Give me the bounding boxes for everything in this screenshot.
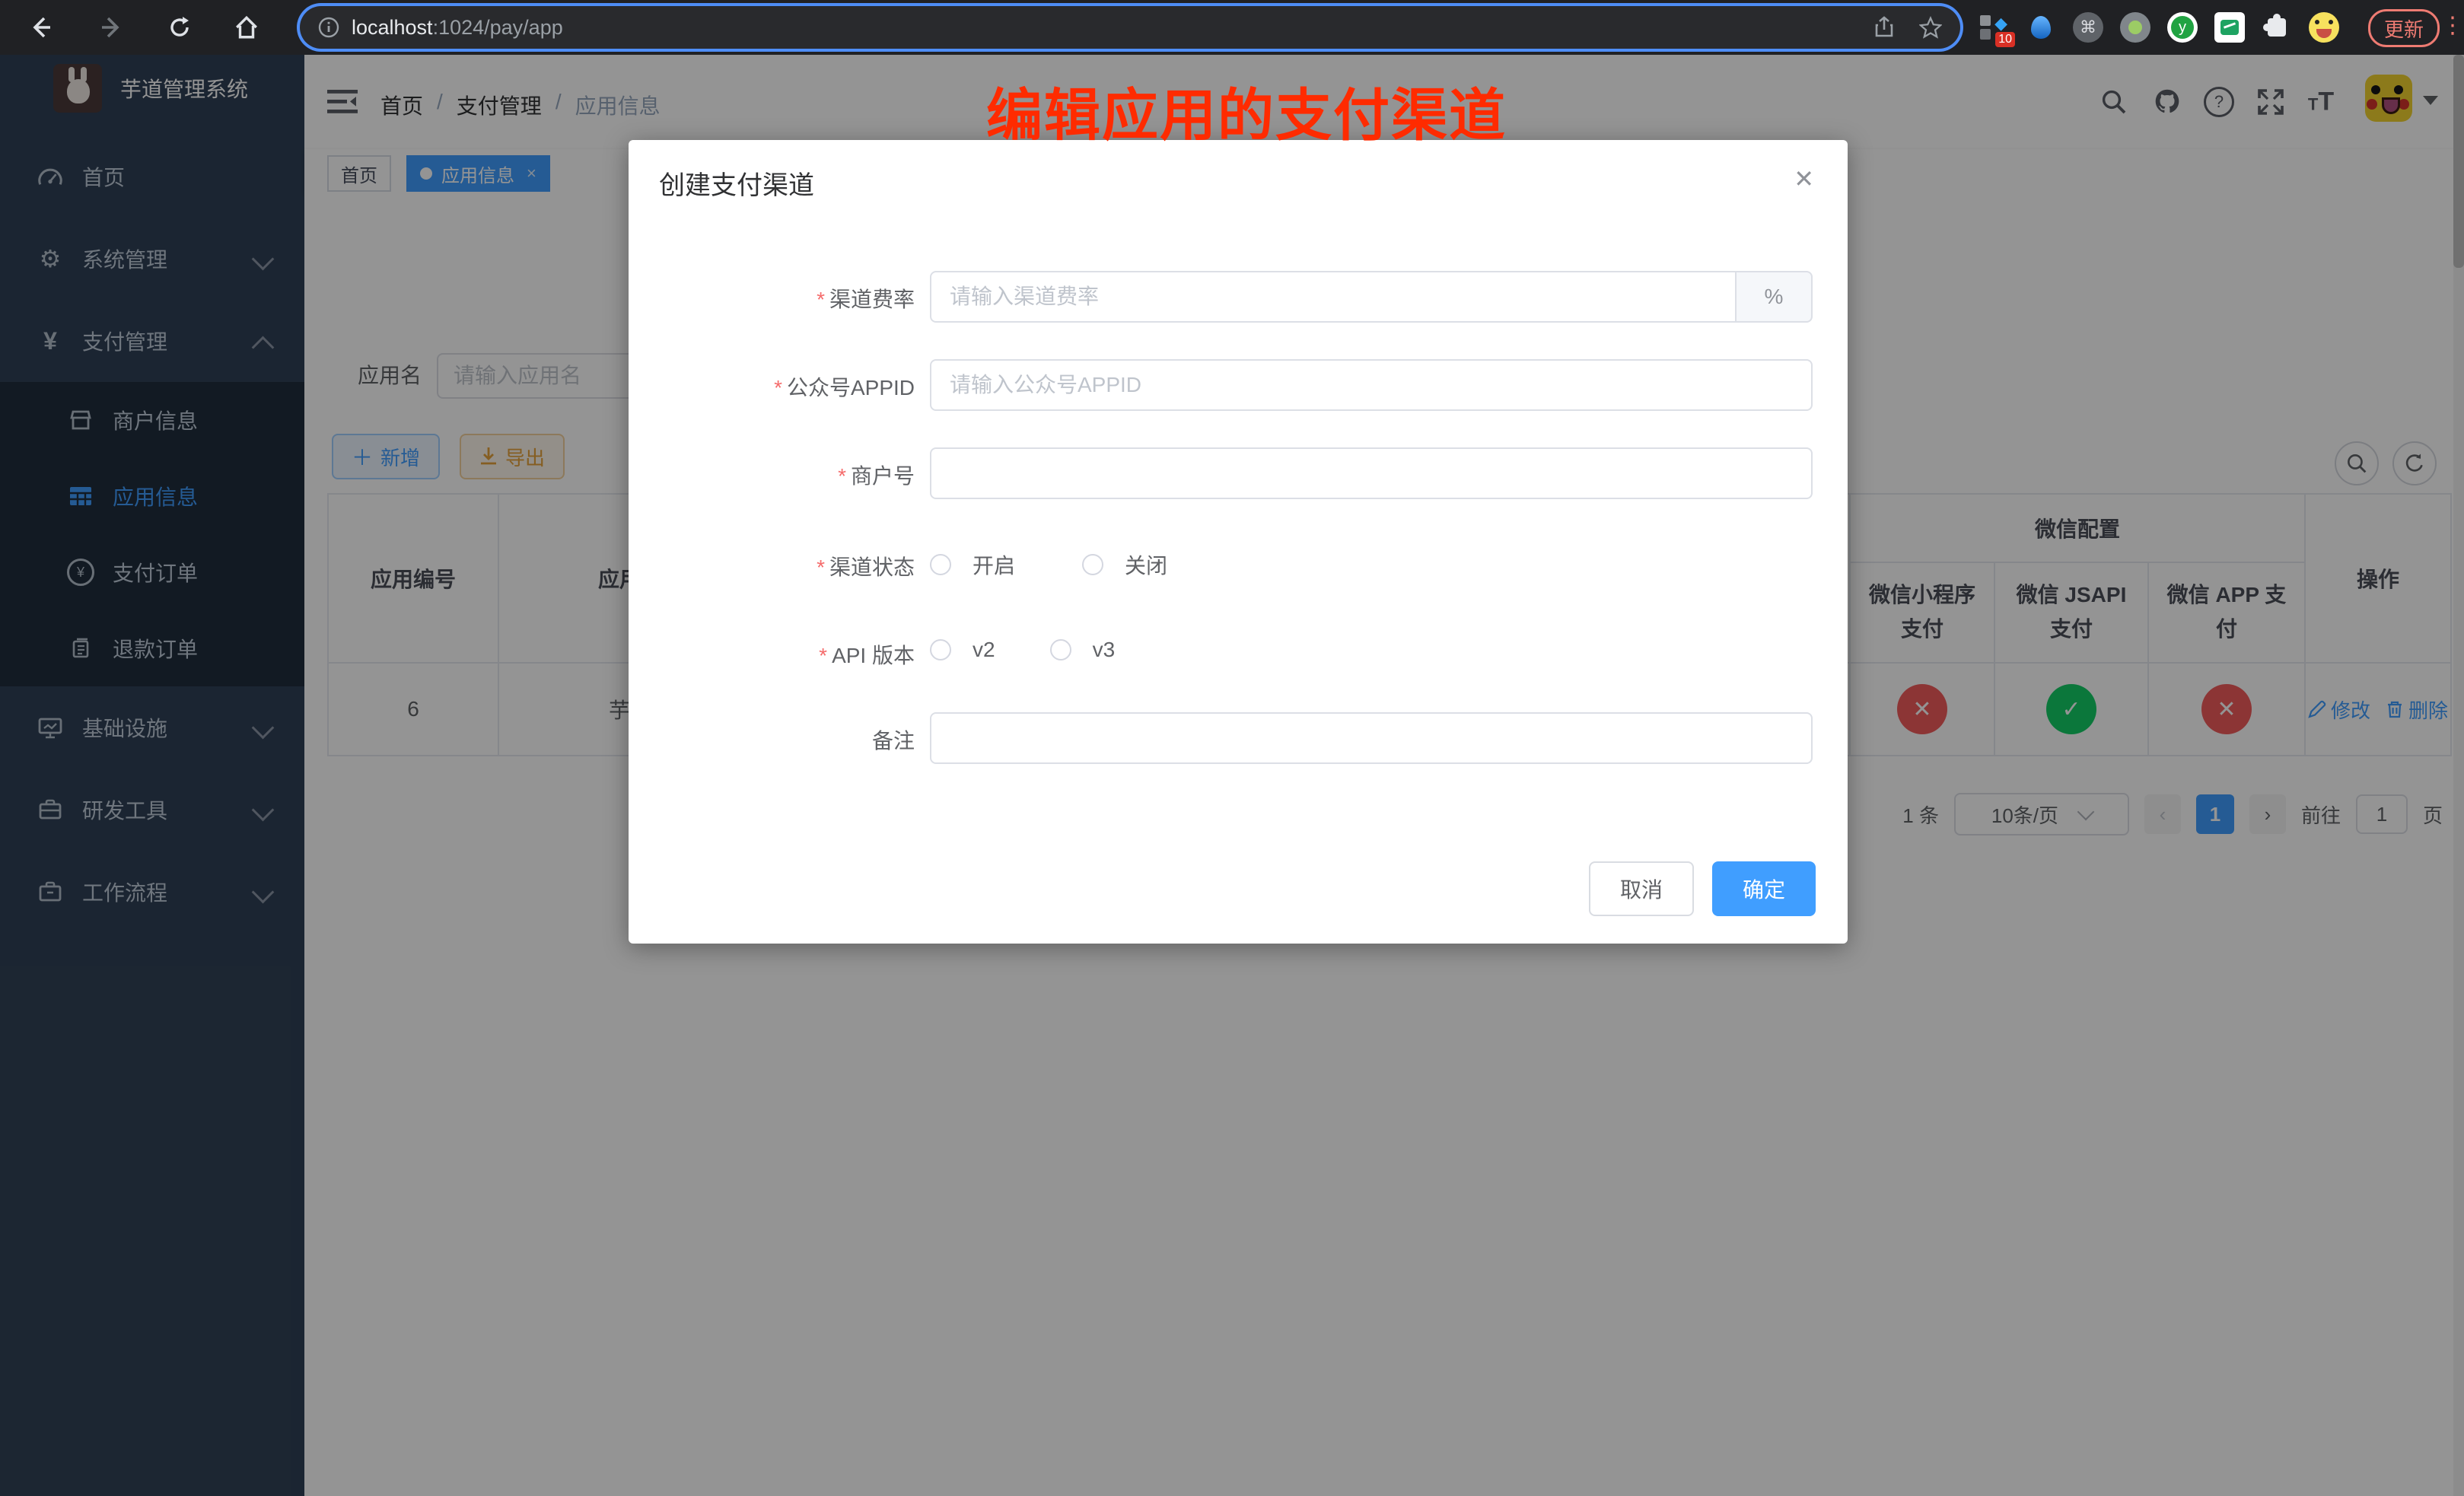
extension-y-icon[interactable]: y [2167,12,2198,43]
dialog-title: 创建支付渠道 [659,164,814,202]
screen: localhost:1024/pay/app ◆ 10 ⌘ [0,0,2464,1496]
extension-dot-icon[interactable] [2120,12,2150,43]
fee-rate-input[interactable] [930,271,1737,323]
site-info-icon[interactable] [318,17,339,38]
field-label-fee-rate: *渠道费率 [648,283,915,314]
extension-chat-icon[interactable] [2214,12,2245,43]
radio-enable-label[interactable]: 开启 [973,549,1015,580]
radio-v3-label[interactable]: v3 [1093,638,1116,662]
back-icon[interactable] [24,11,58,44]
annotation-text: 编辑应用的支付渠道 [986,70,1507,151]
confirm-button[interactable]: 确定 [1712,861,1816,916]
url-path: :1024/pay/app [433,16,563,40]
merchant-id-input[interactable] [930,447,1813,499]
field-label-remark: 备注 [648,724,915,755]
home-icon[interactable] [230,11,263,44]
url-host: localhost [352,16,433,40]
extensions-row: ◆ 10 ⌘ y [1979,12,2339,43]
bookmark-star-icon[interactable] [1919,16,1942,39]
share-icon[interactable] [1873,16,1895,39]
browser-update-button[interactable]: 更新 [2368,9,2440,47]
profile-emoji-icon[interactable] [2309,12,2339,43]
radio-disable-label[interactable]: 关闭 [1125,549,1167,580]
field-label-merchant-id: *商户号 [648,460,915,490]
fee-rate-suffix: % [1737,271,1813,323]
extensions-puzzle-icon[interactable] [2262,12,2292,43]
create-pay-channel-dialog: 创建支付渠道 ✕ *渠道费率 % *公众号APPID *商户号 *渠道状态 开启… [629,140,1848,944]
field-label-channel-status: *渠道状态 [648,551,915,581]
extension-balloon-icon[interactable] [2026,12,2056,43]
appid-input[interactable] [930,359,1813,411]
extension-command-icon[interactable]: ⌘ [2073,12,2103,43]
radio-v3[interactable] [1050,639,1071,660]
browser-menu-icon[interactable]: ⋮ [2441,9,2464,43]
browser-toolbar: localhost:1024/pay/app ◆ 10 ⌘ [0,0,2464,55]
channel-status-radio-group: 开启 关闭 [930,549,1167,580]
cancel-button[interactable]: 取消 [1589,861,1694,916]
field-label-appid: *公众号APPID [648,371,915,402]
radio-enable[interactable] [930,554,951,575]
url-bar[interactable]: localhost:1024/pay/app [300,6,1960,49]
extension-badge: 10 [1995,32,2015,47]
radio-v2[interactable] [930,639,951,660]
api-version-radio-group: v2 v3 [930,638,1115,662]
remark-input[interactable] [930,712,1813,764]
radio-disable[interactable] [1082,554,1103,575]
reload-icon[interactable] [163,11,196,44]
radio-v2-label[interactable]: v2 [973,638,995,662]
field-label-api-version: *API 版本 [648,639,915,670]
extension-tab-manager-icon[interactable]: ◆ 10 [1979,12,2009,43]
dialog-close-icon[interactable]: ✕ [1794,164,1814,193]
forward-icon[interactable] [94,11,128,44]
